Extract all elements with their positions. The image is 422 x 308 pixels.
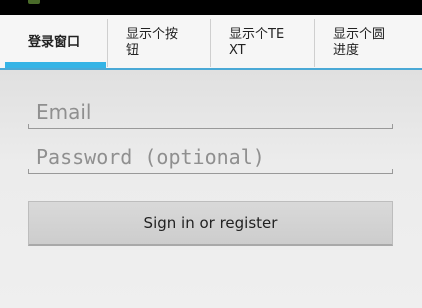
- sign-in-button[interactable]: Sign in or register: [28, 201, 393, 246]
- tab-login-window[interactable]: 登录窗口: [0, 15, 108, 68]
- email-field[interactable]: [28, 95, 393, 129]
- status-bar: [0, 0, 422, 15]
- tab-show-text[interactable]: 显示个TEXT: [211, 15, 315, 68]
- android-icon: [28, 0, 40, 4]
- password-input[interactable]: [36, 142, 386, 172]
- tab-label: 显示个TEXT: [229, 27, 285, 58]
- tab-label: 登录窗口: [28, 35, 81, 50]
- tab-show-button[interactable]: 显示个按钮: [108, 15, 211, 68]
- tab-bar: 登录窗口 显示个按钮 显示个TEXT 显示个圆进度: [0, 15, 422, 70]
- tab-show-progress[interactable]: 显示个圆进度: [315, 15, 422, 68]
- tab-label: 显示个圆进度: [333, 27, 386, 58]
- tab-label: 显示个按钮: [126, 27, 179, 58]
- login-form: Sign in or register: [0, 70, 422, 308]
- tab-selected-indicator: [5, 62, 106, 68]
- password-field[interactable]: [28, 140, 393, 174]
- email-input[interactable]: [36, 97, 386, 127]
